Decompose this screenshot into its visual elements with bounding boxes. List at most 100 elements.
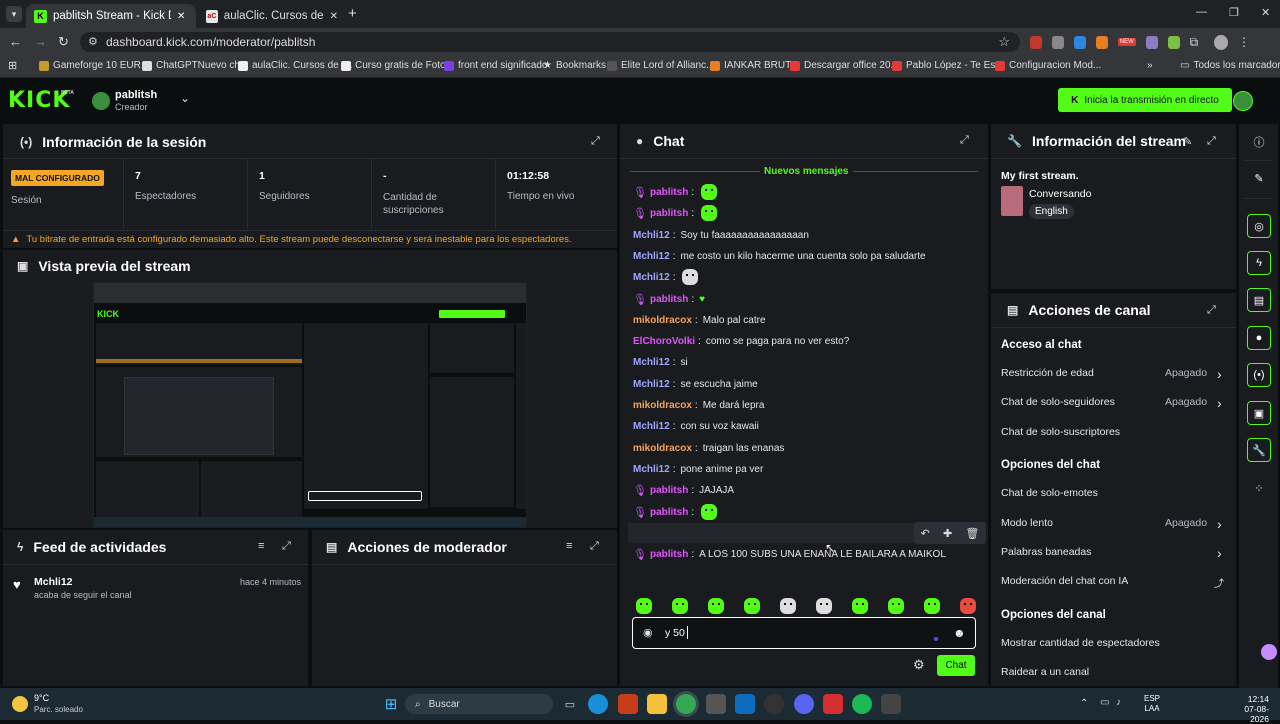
user-avatar[interactable]	[1233, 91, 1253, 111]
info-icon[interactable]: ⓘ	[1247, 130, 1271, 154]
popout-icon[interactable]: ⤢	[591, 135, 600, 148]
bookmark-item[interactable]: front end significado	[444, 60, 548, 71]
extension-icon[interactable]	[1030, 35, 1042, 49]
channel-setting-row[interactable]: Chat de solo-emotes	[1001, 487, 1225, 501]
chat-mode-icon[interactable]: ◉	[643, 626, 653, 639]
forward-arrow-icon[interactable]: →	[34, 34, 47, 49]
all-bookmarks-folder[interactable]: ▭Todos los marcadores	[1180, 60, 1280, 71]
close-window-icon[interactable]: ✕	[1261, 6, 1270, 19]
channel-actions-widget-icon[interactable]: ▣	[1247, 401, 1271, 425]
channel-setting-row[interactable]: Modo lento Apagado ›	[1001, 516, 1225, 532]
chat-message[interactable]: Mchli12: con su voz kawaii	[633, 419, 759, 433]
bookmark-item[interactable]: aulaClic. Cursos de I...	[238, 60, 353, 71]
app-icon[interactable]	[764, 694, 784, 714]
chat-widget-icon[interactable]: ●	[1247, 326, 1271, 350]
channel-setting-row[interactable]: Chat de solo-seguidores Apagado ›	[1001, 395, 1225, 411]
tab-kick-dashboard[interactable]: K pablitsh Stream - Kick Dashboard ✕	[26, 4, 196, 28]
channel-setting-row[interactable]: Chat de solo-suscriptores	[1001, 426, 1225, 440]
restore-window-icon[interactable]: ❐	[1229, 6, 1239, 19]
emote-icon[interactable]	[780, 598, 796, 614]
chat-send-button[interactable]: Chat	[937, 655, 975, 676]
mod-actions-widget-icon[interactable]: ▤	[1247, 288, 1271, 312]
profile-avatar[interactable]	[1214, 34, 1228, 50]
emoji-picker-icon[interactable]: ☻	[953, 626, 966, 640]
chat-message[interactable]: Mchli12: me costo un kilo hacerme una cue…	[633, 249, 926, 263]
new-badge-extension[interactable]: NEW	[1117, 38, 1136, 46]
stream-info-widget-icon[interactable]: 🔧	[1247, 438, 1271, 462]
chat-username[interactable]: pablitsh	[650, 549, 688, 560]
app-icon[interactable]	[881, 694, 901, 714]
site-info-icon[interactable]: ⚙	[88, 35, 98, 48]
pin-icon[interactable]: ✚	[943, 527, 952, 540]
delete-icon[interactable]: 🗑	[965, 527, 979, 540]
tray-chevron-icon[interactable]: ⌃	[1080, 698, 1088, 709]
discord-icon[interactable]	[794, 694, 814, 714]
chat-message[interactable]: 🎙 pablitsh:	[633, 205, 718, 221]
mail-icon[interactable]	[735, 694, 755, 714]
activity-widget-icon[interactable]: ϟ	[1247, 251, 1271, 275]
chat-message[interactable]: 🎙 pablitsh: JAJAJA	[633, 483, 734, 497]
category-name[interactable]: Conversando	[1029, 188, 1091, 200]
network-icon[interactable]: ▭	[1100, 697, 1109, 708]
task-view-icon[interactable]: ▭	[560, 694, 580, 714]
chat-username[interactable]: Mchli12	[633, 272, 670, 283]
bookmark-item[interactable]: Descargar office 20...	[790, 60, 899, 71]
app-icon[interactable]	[706, 694, 726, 714]
emote-icon[interactable]	[960, 598, 976, 614]
session-widget-icon[interactable]: ◎	[1247, 214, 1271, 238]
bookmark-item[interactable]: ★ Bookmarks	[543, 60, 606, 71]
emote-icon[interactable]	[816, 598, 832, 614]
emote-icon[interactable]	[636, 598, 652, 614]
channel-name[interactable]: pablitsh	[115, 89, 157, 101]
edit-pencil-icon[interactable]: ✎	[1183, 135, 1192, 148]
channel-avatar[interactable]	[92, 92, 110, 110]
chat-username[interactable]: Mchli12	[633, 251, 670, 262]
chat-input[interactable]: ◉ y 50 ☻	[632, 617, 976, 649]
bookmark-item[interactable]: Configuracion Mod...	[995, 60, 1101, 71]
office-icon[interactable]	[618, 694, 638, 714]
volume-icon[interactable]: ♪	[1116, 697, 1121, 708]
chat-username[interactable]: Mchli12	[633, 357, 670, 368]
windows-start-icon[interactable]: ⊞	[381, 694, 401, 714]
channel-setting-row[interactable]: Moderación del chat con IA ⤴	[1001, 575, 1225, 590]
chat-message[interactable]: Mchli12: pone anime pa ver	[633, 462, 763, 476]
chrome-icon[interactable]	[676, 694, 696, 714]
channel-switch-chevron-icon[interactable]: ⌄	[180, 91, 190, 105]
channel-setting-row[interactable]: Mostrar cantidad de espectadores	[1001, 637, 1225, 651]
popout-icon[interactable]: ⤢	[1207, 135, 1216, 148]
chat-username[interactable]: mikoldracox	[633, 315, 692, 326]
browser-menu-icon[interactable]: ⋮	[1238, 35, 1250, 49]
spotify-icon[interactable]	[852, 694, 872, 714]
channel-setting-row[interactable]: Raidear a un canal	[1001, 666, 1225, 680]
chat-username[interactable]: mikoldracox	[633, 400, 692, 411]
reply-icon[interactable]: ↶	[921, 527, 930, 540]
filter-icon[interactable]: ≡	[566, 540, 572, 552]
extension-icon[interactable]	[1145, 35, 1158, 49]
tab-close-icon[interactable]: ✕	[177, 11, 185, 22]
extension-icon[interactable]	[1167, 35, 1180, 49]
popout-icon[interactable]: ⤢	[960, 134, 969, 147]
new-tab-button[interactable]: +	[348, 5, 357, 22]
chat-username[interactable]: mikoldracox	[633, 443, 692, 454]
reload-icon[interactable]: ↻	[58, 34, 69, 50]
minimize-window-icon[interactable]: —	[1196, 6, 1207, 18]
weather-widget[interactable]: 9°C Parc. soleado	[12, 693, 83, 715]
bookmark-item[interactable]: IANKAR BRUTZ	[710, 60, 797, 71]
start-stream-button[interactable]: K Inicia la transmisión en directo	[1058, 88, 1232, 112]
bookmark-item[interactable]: Gameforge 10 EUR...	[39, 60, 149, 71]
popout-icon[interactable]: ⤢	[1207, 304, 1216, 317]
more-bookmarks-icon[interactable]: »	[1147, 60, 1153, 71]
address-bar[interactable]: ⚙ dashboard.kick.com/moderator/pablitsh …	[80, 32, 1020, 52]
back-arrow-icon[interactable]: ←	[9, 34, 22, 49]
download-extension-icon[interactable]	[1073, 35, 1086, 49]
chat-username[interactable]: Mchli12	[633, 379, 670, 390]
filter-icon[interactable]: ≡	[258, 540, 264, 552]
file-explorer-icon[interactable]	[647, 694, 667, 714]
puzzle-extensions-icon[interactable]: ⧉	[1190, 35, 1199, 50]
bookmark-item[interactable]: Elite Lord of Allianc...	[607, 60, 714, 71]
bookmark-item[interactable]: Pablo López - Te Es...	[892, 60, 1004, 71]
emote-icon[interactable]	[708, 598, 724, 614]
emote-icon[interactable]	[924, 598, 940, 614]
chat-username[interactable]: pablitsh	[650, 485, 688, 496]
bookmark-item[interactable]: ChatGPTNuevo chat	[142, 60, 248, 71]
